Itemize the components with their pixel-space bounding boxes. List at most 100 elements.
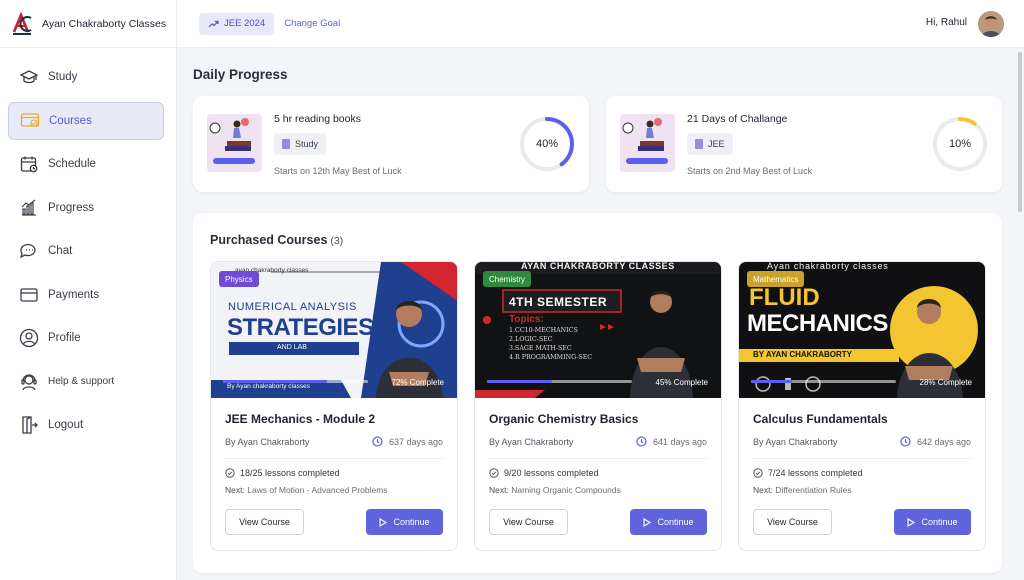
sidebar-item-study[interactable]: Study <box>8 58 164 96</box>
course-progress-fill <box>751 380 792 383</box>
courses-icon <box>20 111 40 131</box>
greeting: Hi, Rahul <box>925 17 967 28</box>
purchased-courses-title: Purchased Courses (3) <box>210 233 343 247</box>
progress-icon <box>19 198 39 218</box>
sidebar-item-label: Schedule <box>48 158 96 170</box>
headset-icon <box>19 372 39 392</box>
course-banner[interactable]: Ayan chakraborty classes FLUID MECHANICS… <box>739 262 985 398</box>
page-scrollbar[interactable] <box>1018 52 1022 212</box>
brand-logo-icon <box>12 11 32 35</box>
progress-thumbnail <box>620 114 675 172</box>
course-complete-label: 72% Complete <box>391 378 444 387</box>
lessons-completed: 7/24 lessons completed <box>753 468 863 478</box>
course-date-label: 641 days ago <box>652 436 707 447</box>
sidebar-item-payments[interactable]: Payments <box>8 276 164 314</box>
divider <box>225 458 443 459</box>
banner-topic-3: 3.SAGE MATH-SEC <box>509 345 572 352</box>
sidebar-item-label: Profile <box>48 332 81 344</box>
view-course-button[interactable]: View Course <box>225 509 304 535</box>
divider <box>489 458 707 459</box>
course-card[interactable]: AYAN CHAKRABORTY CLASSES 4TH SEMESTER To… <box>474 261 722 551</box>
sidebar-item-progress[interactable]: Progress <box>8 189 164 227</box>
continue-button[interactable]: Continue <box>630 509 707 535</box>
banner-topics: Topics: <box>509 314 544 325</box>
trending-up-icon <box>208 20 219 27</box>
play-icon <box>379 517 388 527</box>
sidebar-item-label: Progress <box>48 201 95 214</box>
next-lesson: Next: Naming Organic Compounds <box>489 485 621 495</box>
next-topic: Laws of Motion - Advanced Problems <box>247 485 388 495</box>
next-label: Next: <box>489 485 509 495</box>
course-author: By Ayan Chakraborty <box>753 437 838 447</box>
book-icon <box>282 139 290 149</box>
sidebar-item-label: Courses <box>49 114 92 127</box>
sidebar: Ayan Chakraborty Classes Study Courses S… <box>0 0 177 580</box>
progress-thumbnail <box>207 114 262 172</box>
lessons-label: 9/20 lessons completed <box>504 468 599 478</box>
course-progress-bar <box>751 380 896 383</box>
lessons-label: 18/25 lessons completed <box>240 468 340 478</box>
course-card[interactable]: ayan chakraborty classes NUMERICAL ANALY… <box>210 261 458 551</box>
sidebar-item-logout[interactable]: Logout <box>8 406 164 444</box>
sidebar-item-label: Payments <box>48 288 100 301</box>
course-progress-fill <box>223 380 328 383</box>
continue-button[interactable]: Continue <box>366 509 443 535</box>
progress-card[interactable]: 21 Days of Challange JEE Starts on 2nd M… <box>606 96 1002 192</box>
check-circle-icon <box>753 468 763 478</box>
subject-badge: Physics <box>219 271 259 287</box>
course-card[interactable]: Ayan chakraborty classes FLUID MECHANICS… <box>738 261 986 551</box>
check-circle-icon <box>489 468 499 478</box>
course-title[interactable]: Calculus Fundamentals <box>753 412 888 426</box>
progress-tag-label: Study <box>295 139 319 149</box>
lessons-label: 7/24 lessons completed <box>768 468 863 478</box>
clock-icon <box>636 436 647 447</box>
sidebar-item-label: Chat <box>48 245 73 257</box>
sidebar-item-courses[interactable]: Courses <box>8 101 164 140</box>
goal-badge[interactable]: JEE 2024 <box>199 12 275 35</box>
progress-percent: 10% <box>948 138 972 150</box>
card-icon <box>19 285 39 305</box>
continue-label: Continue <box>393 517 430 527</box>
daily-progress-title: Daily Progress <box>193 67 288 82</box>
next-topic: Differentiation Rules <box>775 485 852 495</box>
progress-percent: 40% <box>535 138 559 150</box>
clock-icon <box>372 436 383 447</box>
subject-badge: Chemistry <box>483 271 532 287</box>
progress-subtitle: Starts on 2nd May Best of Luck <box>687 166 813 176</box>
course-title[interactable]: JEE Mechanics - Module 2 <box>225 412 375 426</box>
course-title[interactable]: Organic Chemistry Basics <box>489 412 638 426</box>
progress-card[interactable]: 5 hr reading books Study Starts on 12th … <box>193 96 589 192</box>
banner-line3: AND LAB <box>277 344 307 351</box>
sidebar-item-schedule[interactable]: Schedule <box>8 145 164 183</box>
purchased-courses-label: Purchased Courses <box>210 233 328 247</box>
brand[interactable]: Ayan Chakraborty Classes <box>0 0 176 48</box>
course-progress-bar <box>487 380 632 383</box>
banner-topic-2: 2.LOGIC-SEC <box>509 336 553 343</box>
course-banner[interactable]: AYAN CHAKRABORTY CLASSES 4TH SEMESTER To… <box>475 262 721 398</box>
chat-icon <box>19 241 39 261</box>
course-complete-label: 28% Complete <box>919 378 972 387</box>
sidebar-item-chat[interactable]: Chat <box>8 232 164 270</box>
banner-topic-1: 1.CC10-MECHANICS <box>509 327 578 334</box>
banner-header: Ayan chakraborty classes <box>767 262 889 271</box>
goal-label: JEE 2024 <box>224 18 266 29</box>
play-icon <box>907 517 916 527</box>
progress-ring: 40% <box>518 115 576 173</box>
play-icon <box>643 517 652 527</box>
next-lesson: Next: Differentiation Rules <box>753 485 852 495</box>
sidebar-item-label: Help & support <box>48 376 115 387</box>
course-date-label: 637 days ago <box>388 436 443 447</box>
progress-subtitle: Starts on 12th May Best of Luck <box>274 166 402 176</box>
change-goal-link[interactable]: Change Goal <box>284 18 340 29</box>
view-course-button[interactable]: View Course <box>753 509 832 535</box>
course-banner[interactable]: ayan chakraborty classes NUMERICAL ANALY… <box>211 262 457 398</box>
banner-line1: 4TH SEMESTER <box>509 295 608 309</box>
avatar[interactable] <box>978 11 1004 37</box>
continue-button[interactable]: Continue <box>894 509 971 535</box>
view-course-button[interactable]: View Course <box>489 509 568 535</box>
banner-line1: FLUID <box>749 284 820 311</box>
progress-tag: JEE <box>687 133 733 155</box>
sidebar-item-label: Logout <box>48 419 84 431</box>
sidebar-item-profile[interactable]: Profile <box>8 319 164 357</box>
sidebar-item-help[interactable]: Help & support <box>8 363 164 401</box>
